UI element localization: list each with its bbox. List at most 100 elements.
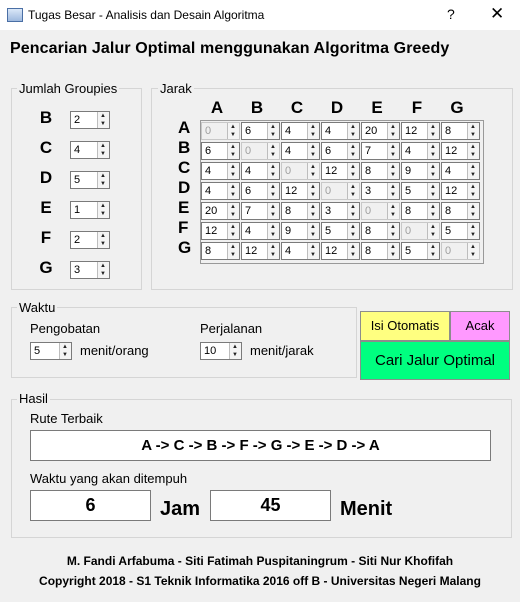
spinner-arrows-icon[interactable]: ▲ ▼ [229,343,241,359]
spinner-arrows-icon[interactable]: ▲ ▼ [307,223,319,239]
jarak-cell-e-b[interactable]: 7 ▲ ▼ [241,202,280,220]
spinner-arrows-icon[interactable]: ▲ ▼ [267,223,279,239]
spinner-arrows-icon[interactable]: ▲ ▼ [427,183,439,199]
spinner-arrows-icon[interactable]: ▲ ▼ [387,203,399,219]
jarak-cell-a-b[interactable]: 6 ▲ ▼ [241,122,280,140]
spinner-arrows-icon[interactable]: ▲ ▼ [267,203,279,219]
spinner-arrows-icon[interactable]: ▲ ▼ [347,243,359,259]
spinner-arrows-icon[interactable]: ▲ ▼ [267,143,279,159]
spinner-arrows-icon[interactable]: ▲ ▼ [97,142,109,158]
jarak-cell-f-b[interactable]: 4 ▲ ▼ [241,222,280,240]
spinner-arrows-icon[interactable]: ▲ ▼ [427,203,439,219]
spinner-arrows-icon[interactable]: ▲ ▼ [59,343,71,359]
spinner-arrows-icon[interactable]: ▲ ▼ [97,112,109,128]
jarak-cell-a-f[interactable]: 12 ▲ ▼ [401,122,440,140]
groupies-spinner-c[interactable]: 4 ▲ ▼ [70,141,110,159]
jarak-cell-g-d[interactable]: 12 ▲ ▼ [321,242,360,260]
jarak-cell-g-e[interactable]: 8 ▲ ▼ [361,242,400,260]
spinner-arrows-icon[interactable]: ▲ ▼ [227,243,239,259]
jarak-cell-e-a[interactable]: 20 ▲ ▼ [201,202,240,220]
spinner-arrows-icon[interactable]: ▲ ▼ [227,183,239,199]
spinner-arrows-icon[interactable]: ▲ ▼ [97,172,109,188]
spinner-arrows-icon[interactable]: ▲ ▼ [307,143,319,159]
spinner-arrows-icon[interactable]: ▲ ▼ [427,143,439,159]
jarak-cell-a-e[interactable]: 20 ▲ ▼ [361,122,400,140]
groupies-spinner-e[interactable]: 1 ▲ ▼ [70,201,110,219]
spinner-arrows-icon[interactable]: ▲ ▼ [227,143,239,159]
jarak-cell-d-a[interactable]: 4 ▲ ▼ [201,182,240,200]
spinner-arrows-icon[interactable]: ▲ ▼ [347,223,359,239]
jarak-cell-c-g[interactable]: 4 ▲ ▼ [441,162,480,180]
spinner-arrows-icon[interactable]: ▲ ▼ [267,183,279,199]
jarak-cell-g-a[interactable]: 8 ▲ ▼ [201,242,240,260]
spinner-arrows-icon[interactable]: ▲ ▼ [97,232,109,248]
jarak-cell-c-d[interactable]: 12 ▲ ▼ [321,162,360,180]
jarak-cell-d-f[interactable]: 5 ▲ ▼ [401,182,440,200]
jarak-cell-g-g[interactable]: 0 ▲ ▼ [441,242,480,260]
spinner-arrows-icon[interactable]: ▲ ▼ [467,243,479,259]
spinner-arrows-icon[interactable]: ▲ ▼ [227,223,239,239]
spinner-arrows-icon[interactable]: ▲ ▼ [307,183,319,199]
jarak-cell-g-c[interactable]: 4 ▲ ▼ [281,242,320,260]
spinner-arrows-icon[interactable]: ▲ ▼ [427,163,439,179]
spinner-arrows-icon[interactable]: ▲ ▼ [427,243,439,259]
spinner-arrows-icon[interactable]: ▲ ▼ [97,202,109,218]
jarak-cell-g-f[interactable]: 5 ▲ ▼ [401,242,440,260]
jarak-cell-c-a[interactable]: 4 ▲ ▼ [201,162,240,180]
spinner-arrows-icon[interactable]: ▲ ▼ [97,262,109,278]
spinner-arrows-icon[interactable]: ▲ ▼ [267,163,279,179]
spinner-arrows-icon[interactable]: ▲ ▼ [347,203,359,219]
spinner-arrows-icon[interactable]: ▲ ▼ [347,123,359,139]
spinner-arrows-icon[interactable]: ▲ ▼ [347,163,359,179]
spinner-arrows-icon[interactable]: ▲ ▼ [227,123,239,139]
jarak-cell-e-g[interactable]: 8 ▲ ▼ [441,202,480,220]
jarak-cell-b-d[interactable]: 6 ▲ ▼ [321,142,360,160]
jarak-cell-f-g[interactable]: 5 ▲ ▼ [441,222,480,240]
jarak-cell-d-g[interactable]: 12 ▲ ▼ [441,182,480,200]
jarak-cell-b-f[interactable]: 4 ▲ ▼ [401,142,440,160]
jarak-cell-a-d[interactable]: 4 ▲ ▼ [321,122,360,140]
spinner-arrows-icon[interactable]: ▲ ▼ [467,163,479,179]
jarak-cell-d-c[interactable]: 12 ▲ ▼ [281,182,320,200]
spinner-arrows-icon[interactable]: ▲ ▼ [467,203,479,219]
spinner-arrows-icon[interactable]: ▲ ▼ [427,123,439,139]
pengobatan-spinner[interactable]: 5 ▲ ▼ [30,342,72,360]
spinner-arrows-icon[interactable]: ▲ ▼ [467,143,479,159]
jarak-cell-f-a[interactable]: 12 ▲ ▼ [201,222,240,240]
groupies-spinner-b[interactable]: 2 ▲ ▼ [70,111,110,129]
help-button[interactable]: ? [447,6,455,22]
jarak-cell-a-a[interactable]: 0 ▲ ▼ [201,122,240,140]
groupies-spinner-d[interactable]: 5 ▲ ▼ [70,171,110,189]
jarak-cell-e-f[interactable]: 8 ▲ ▼ [401,202,440,220]
jarak-cell-b-c[interactable]: 4 ▲ ▼ [281,142,320,160]
spinner-arrows-icon[interactable]: ▲ ▼ [307,243,319,259]
jarak-cell-c-c[interactable]: 0 ▲ ▼ [281,162,320,180]
jarak-cell-c-b[interactable]: 4 ▲ ▼ [241,162,280,180]
close-button[interactable]: ✕ [490,4,504,24]
spinner-arrows-icon[interactable]: ▲ ▼ [387,163,399,179]
spinner-arrows-icon[interactable]: ▲ ▼ [467,183,479,199]
groupies-spinner-g[interactable]: 3 ▲ ▼ [70,261,110,279]
jarak-cell-b-a[interactable]: 6 ▲ ▼ [201,142,240,160]
acak-button[interactable]: Acak [450,311,510,341]
spinner-arrows-icon[interactable]: ▲ ▼ [227,163,239,179]
jarak-cell-f-f[interactable]: 0 ▲ ▼ [401,222,440,240]
spinner-arrows-icon[interactable]: ▲ ▼ [227,203,239,219]
jarak-cell-a-g[interactable]: 8 ▲ ▼ [441,122,480,140]
spinner-arrows-icon[interactable]: ▲ ▼ [267,123,279,139]
jarak-cell-e-e[interactable]: 0 ▲ ▼ [361,202,400,220]
spinner-arrows-icon[interactable]: ▲ ▼ [387,123,399,139]
jarak-cell-d-e[interactable]: 3 ▲ ▼ [361,182,400,200]
spinner-arrows-icon[interactable]: ▲ ▼ [307,163,319,179]
spinner-arrows-icon[interactable]: ▲ ▼ [387,243,399,259]
spinner-arrows-icon[interactable]: ▲ ▼ [307,203,319,219]
spinner-arrows-icon[interactable]: ▲ ▼ [347,143,359,159]
spinner-arrows-icon[interactable]: ▲ ▼ [307,123,319,139]
jarak-cell-f-c[interactable]: 9 ▲ ▼ [281,222,320,240]
isi-otomatis-button[interactable]: Isi Otomatis [360,311,450,341]
jarak-cell-f-e[interactable]: 8 ▲ ▼ [361,222,400,240]
spinner-arrows-icon[interactable]: ▲ ▼ [387,223,399,239]
jarak-cell-d-b[interactable]: 6 ▲ ▼ [241,182,280,200]
groupies-spinner-f[interactable]: 2 ▲ ▼ [70,231,110,249]
spinner-arrows-icon[interactable]: ▲ ▼ [387,143,399,159]
